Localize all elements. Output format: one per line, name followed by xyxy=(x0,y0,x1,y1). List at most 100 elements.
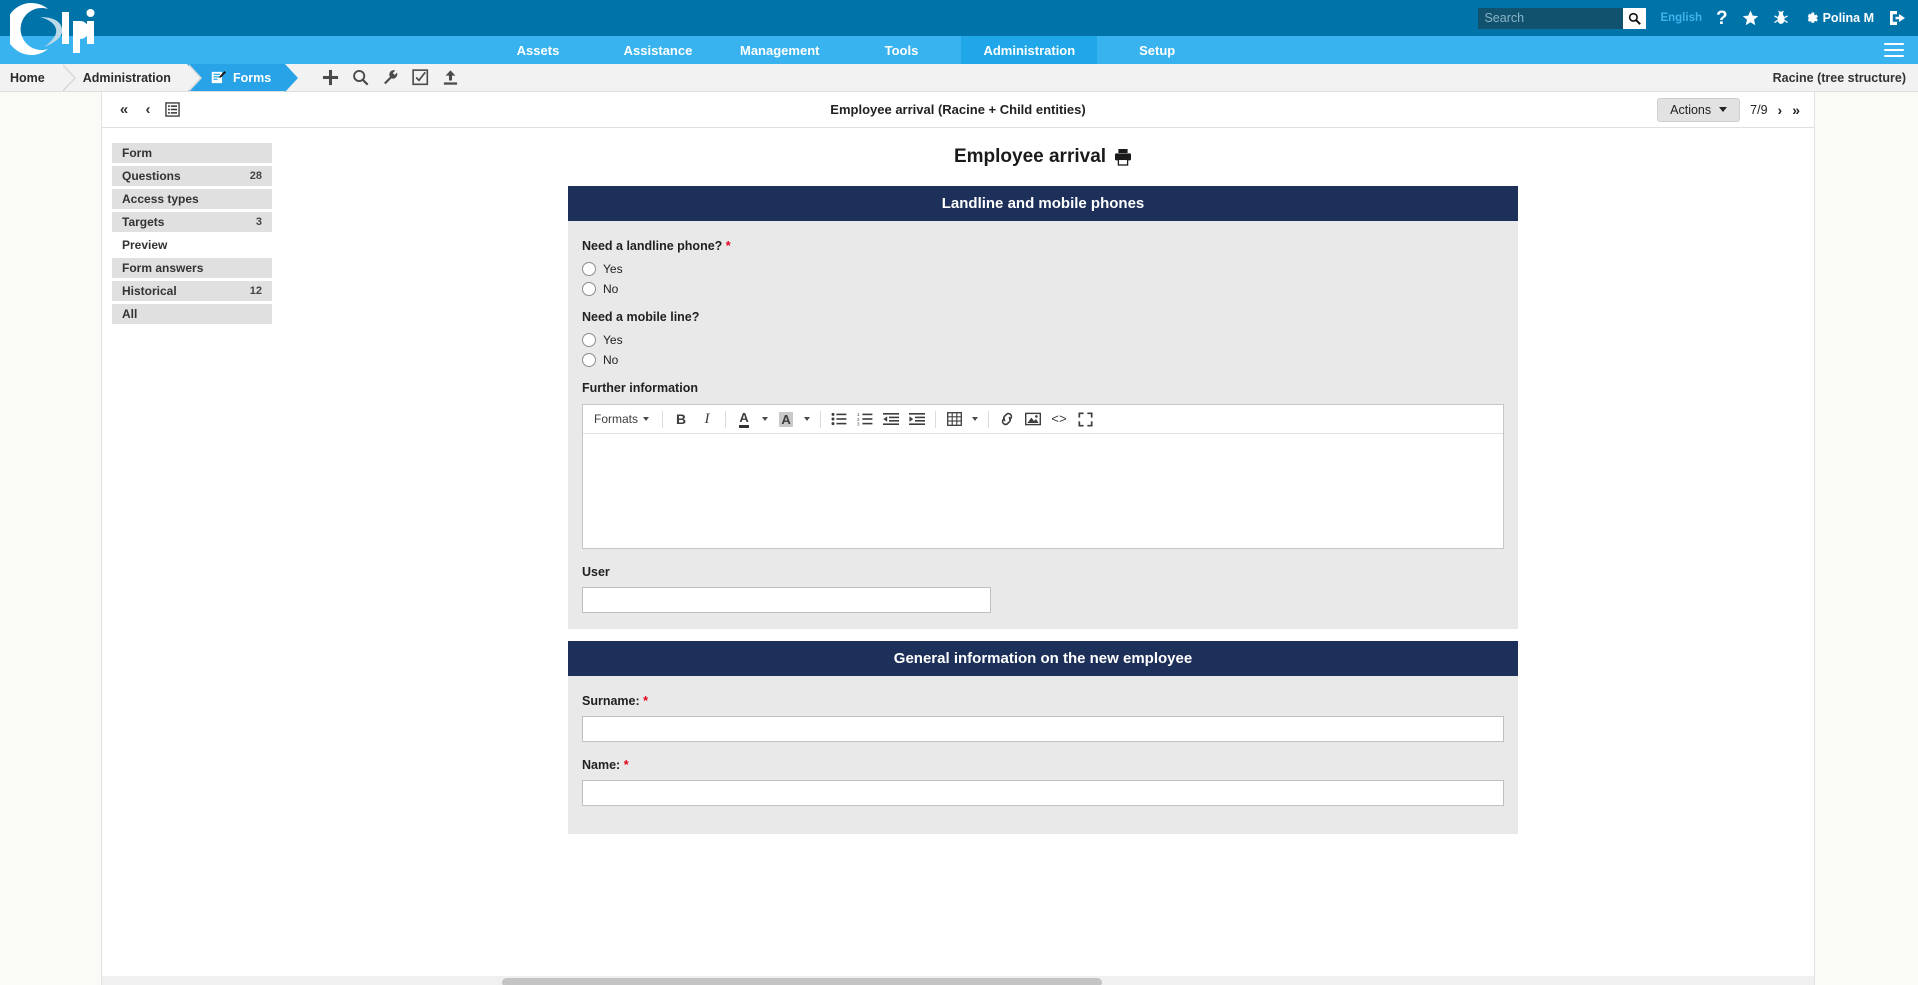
sidebar-item-preview[interactable]: Preview xyxy=(112,235,272,258)
sidebar-item-label: All xyxy=(122,307,138,321)
nav-setup[interactable]: Setup xyxy=(1097,36,1217,64)
numbered-list-icon[interactable]: 1 2 3 xyxy=(853,407,877,431)
star-icon[interactable] xyxy=(1742,10,1759,26)
text-color-dropdown[interactable] xyxy=(758,407,772,431)
menu-icon[interactable] xyxy=(1884,39,1904,61)
image-icon[interactable] xyxy=(1021,407,1045,431)
global-search[interactable] xyxy=(1478,7,1647,29)
name-input[interactable] xyxy=(582,780,1504,806)
background-color-dropdown[interactable] xyxy=(800,407,814,431)
record-header: « ‹ Employee arrival (Racine + Child ent… xyxy=(102,92,1814,128)
sidebar-item-label: Preview xyxy=(122,238,168,252)
search-icon[interactable] xyxy=(345,64,375,92)
checkbox-icon[interactable] xyxy=(405,64,435,92)
sidebar-item-form-answers[interactable]: Form answers xyxy=(112,258,272,281)
sidebar-item-all[interactable]: All xyxy=(112,304,272,327)
radio-button[interactable] xyxy=(582,333,596,347)
question-further-information: Further information Formats B I A A 1 2 … xyxy=(582,381,1504,549)
outdent-icon[interactable] xyxy=(879,407,903,431)
actions-button[interactable]: Actions xyxy=(1657,97,1741,122)
radio-button[interactable] xyxy=(582,353,596,367)
record-nav-left: « ‹ xyxy=(102,95,184,125)
question-label: User xyxy=(582,565,610,579)
radio-option-no[interactable]: No xyxy=(582,282,1504,296)
breadcrumb-home[interactable]: Home xyxy=(0,64,76,92)
entity-label: Racine (tree structure) xyxy=(1772,70,1906,85)
form-title-row: Employee arrival xyxy=(568,146,1518,168)
required-marker: * xyxy=(725,239,731,253)
user-input[interactable] xyxy=(582,587,991,613)
list-view-icon[interactable] xyxy=(160,95,184,125)
surname-input[interactable] xyxy=(582,716,1504,742)
breadcrumb-bar: Home Administration Forms Racine (tree s… xyxy=(0,64,1918,92)
rich-text-editor-area[interactable] xyxy=(583,434,1503,548)
question-need-mobile-line: Need a mobile line? Yes No xyxy=(582,310,1504,367)
actions-button-label: Actions xyxy=(1670,102,1712,117)
radio-option-yes[interactable]: Yes xyxy=(582,333,1504,347)
logout-icon[interactable] xyxy=(1888,10,1906,26)
question-need-landline-phone: Need a landline phone? * Yes No xyxy=(582,239,1504,296)
search-submit-button[interactable] xyxy=(1623,7,1647,29)
sidebar-item-label: Questions xyxy=(122,169,181,183)
editor-toolbar: Formats B I A A 1 2 3 <> xyxy=(583,405,1503,434)
first-page-icon[interactable]: « xyxy=(112,95,136,125)
last-page-icon[interactable]: » xyxy=(1792,102,1800,118)
record-header-right: Actions 7/9 › » xyxy=(1657,97,1814,122)
add-icon[interactable] xyxy=(315,64,345,92)
radio-button[interactable] xyxy=(582,262,596,276)
radio-option-yes[interactable]: Yes xyxy=(582,262,1504,276)
nav-assistance[interactable]: Assistance xyxy=(598,36,718,64)
fullscreen-icon[interactable] xyxy=(1073,407,1097,431)
background-color-icon[interactable]: A xyxy=(774,407,798,431)
italic-icon[interactable]: I xyxy=(695,407,719,431)
gear-icon[interactable] xyxy=(1803,10,1820,27)
section-body-general-info: Surname: * Name: * xyxy=(568,676,1518,834)
link-icon[interactable] xyxy=(995,407,1019,431)
record-tabs-sidebar: Form Questions 28 Access types Targets 3… xyxy=(112,143,272,834)
question-label: Further information xyxy=(582,381,1504,395)
nav-tools[interactable]: Tools xyxy=(841,36,961,64)
source-code-icon[interactable]: <> xyxy=(1047,407,1071,431)
bold-icon[interactable]: B xyxy=(669,407,693,431)
toolbar-divider xyxy=(662,410,664,428)
sidebar-item-targets[interactable]: Targets 3 xyxy=(112,212,272,235)
form-container: Employee arrival Landline and mobile pho… xyxy=(568,146,1518,834)
form-title: Employee arrival xyxy=(953,146,1107,167)
breadcrumb-administration[interactable]: Administration xyxy=(60,64,203,92)
bullet-list-icon[interactable] xyxy=(827,407,851,431)
print-icon[interactable] xyxy=(1114,148,1132,166)
scrollbar-thumb[interactable] xyxy=(502,978,1102,985)
sidebar-badge-historical: 12 xyxy=(249,285,262,297)
help-icon[interactable]: ? xyxy=(1716,9,1728,28)
nav-assets[interactable]: Assets xyxy=(478,36,598,64)
upload-icon[interactable] xyxy=(435,64,465,92)
sidebar-item-access-types[interactable]: Access types xyxy=(112,189,272,212)
sidebar-item-questions[interactable]: Questions 28 xyxy=(112,166,272,189)
horizontal-scrollbar[interactable] xyxy=(102,976,1814,985)
glpi-logo[interactable] xyxy=(10,3,108,59)
nav-management[interactable]: Management xyxy=(718,36,841,64)
previous-page-icon[interactable]: ‹ xyxy=(136,95,160,125)
bug-icon[interactable] xyxy=(1773,10,1789,26)
formats-dropdown[interactable]: Formats xyxy=(587,407,656,431)
question-label: Need a landline phone? * xyxy=(582,239,1504,253)
indent-icon[interactable] xyxy=(905,407,929,431)
radio-option-no[interactable]: No xyxy=(582,353,1504,367)
wrench-icon[interactable] xyxy=(375,64,405,92)
radio-label: No xyxy=(603,282,619,296)
language-selector[interactable]: English xyxy=(1660,12,1702,24)
table-icon[interactable] xyxy=(942,407,966,431)
nav-administration[interactable]: Administration xyxy=(961,36,1098,64)
username-label[interactable]: Polina M xyxy=(1823,11,1874,25)
user-settings-menu[interactable]: Polina M xyxy=(1803,10,1888,27)
text-color-icon[interactable]: A xyxy=(732,407,756,431)
question-label: Name: * xyxy=(582,758,1504,772)
page-title: Employee arrival (Racine + Child entitie… xyxy=(830,102,1086,117)
next-page-icon[interactable]: › xyxy=(1778,102,1783,118)
table-dropdown[interactable] xyxy=(968,407,982,431)
toolbar-divider xyxy=(820,410,822,428)
radio-button[interactable] xyxy=(582,282,596,296)
sidebar-item-form[interactable]: Form xyxy=(112,143,272,166)
search-input[interactable] xyxy=(1478,7,1624,29)
sidebar-item-historical[interactable]: Historical 12 xyxy=(112,281,272,304)
